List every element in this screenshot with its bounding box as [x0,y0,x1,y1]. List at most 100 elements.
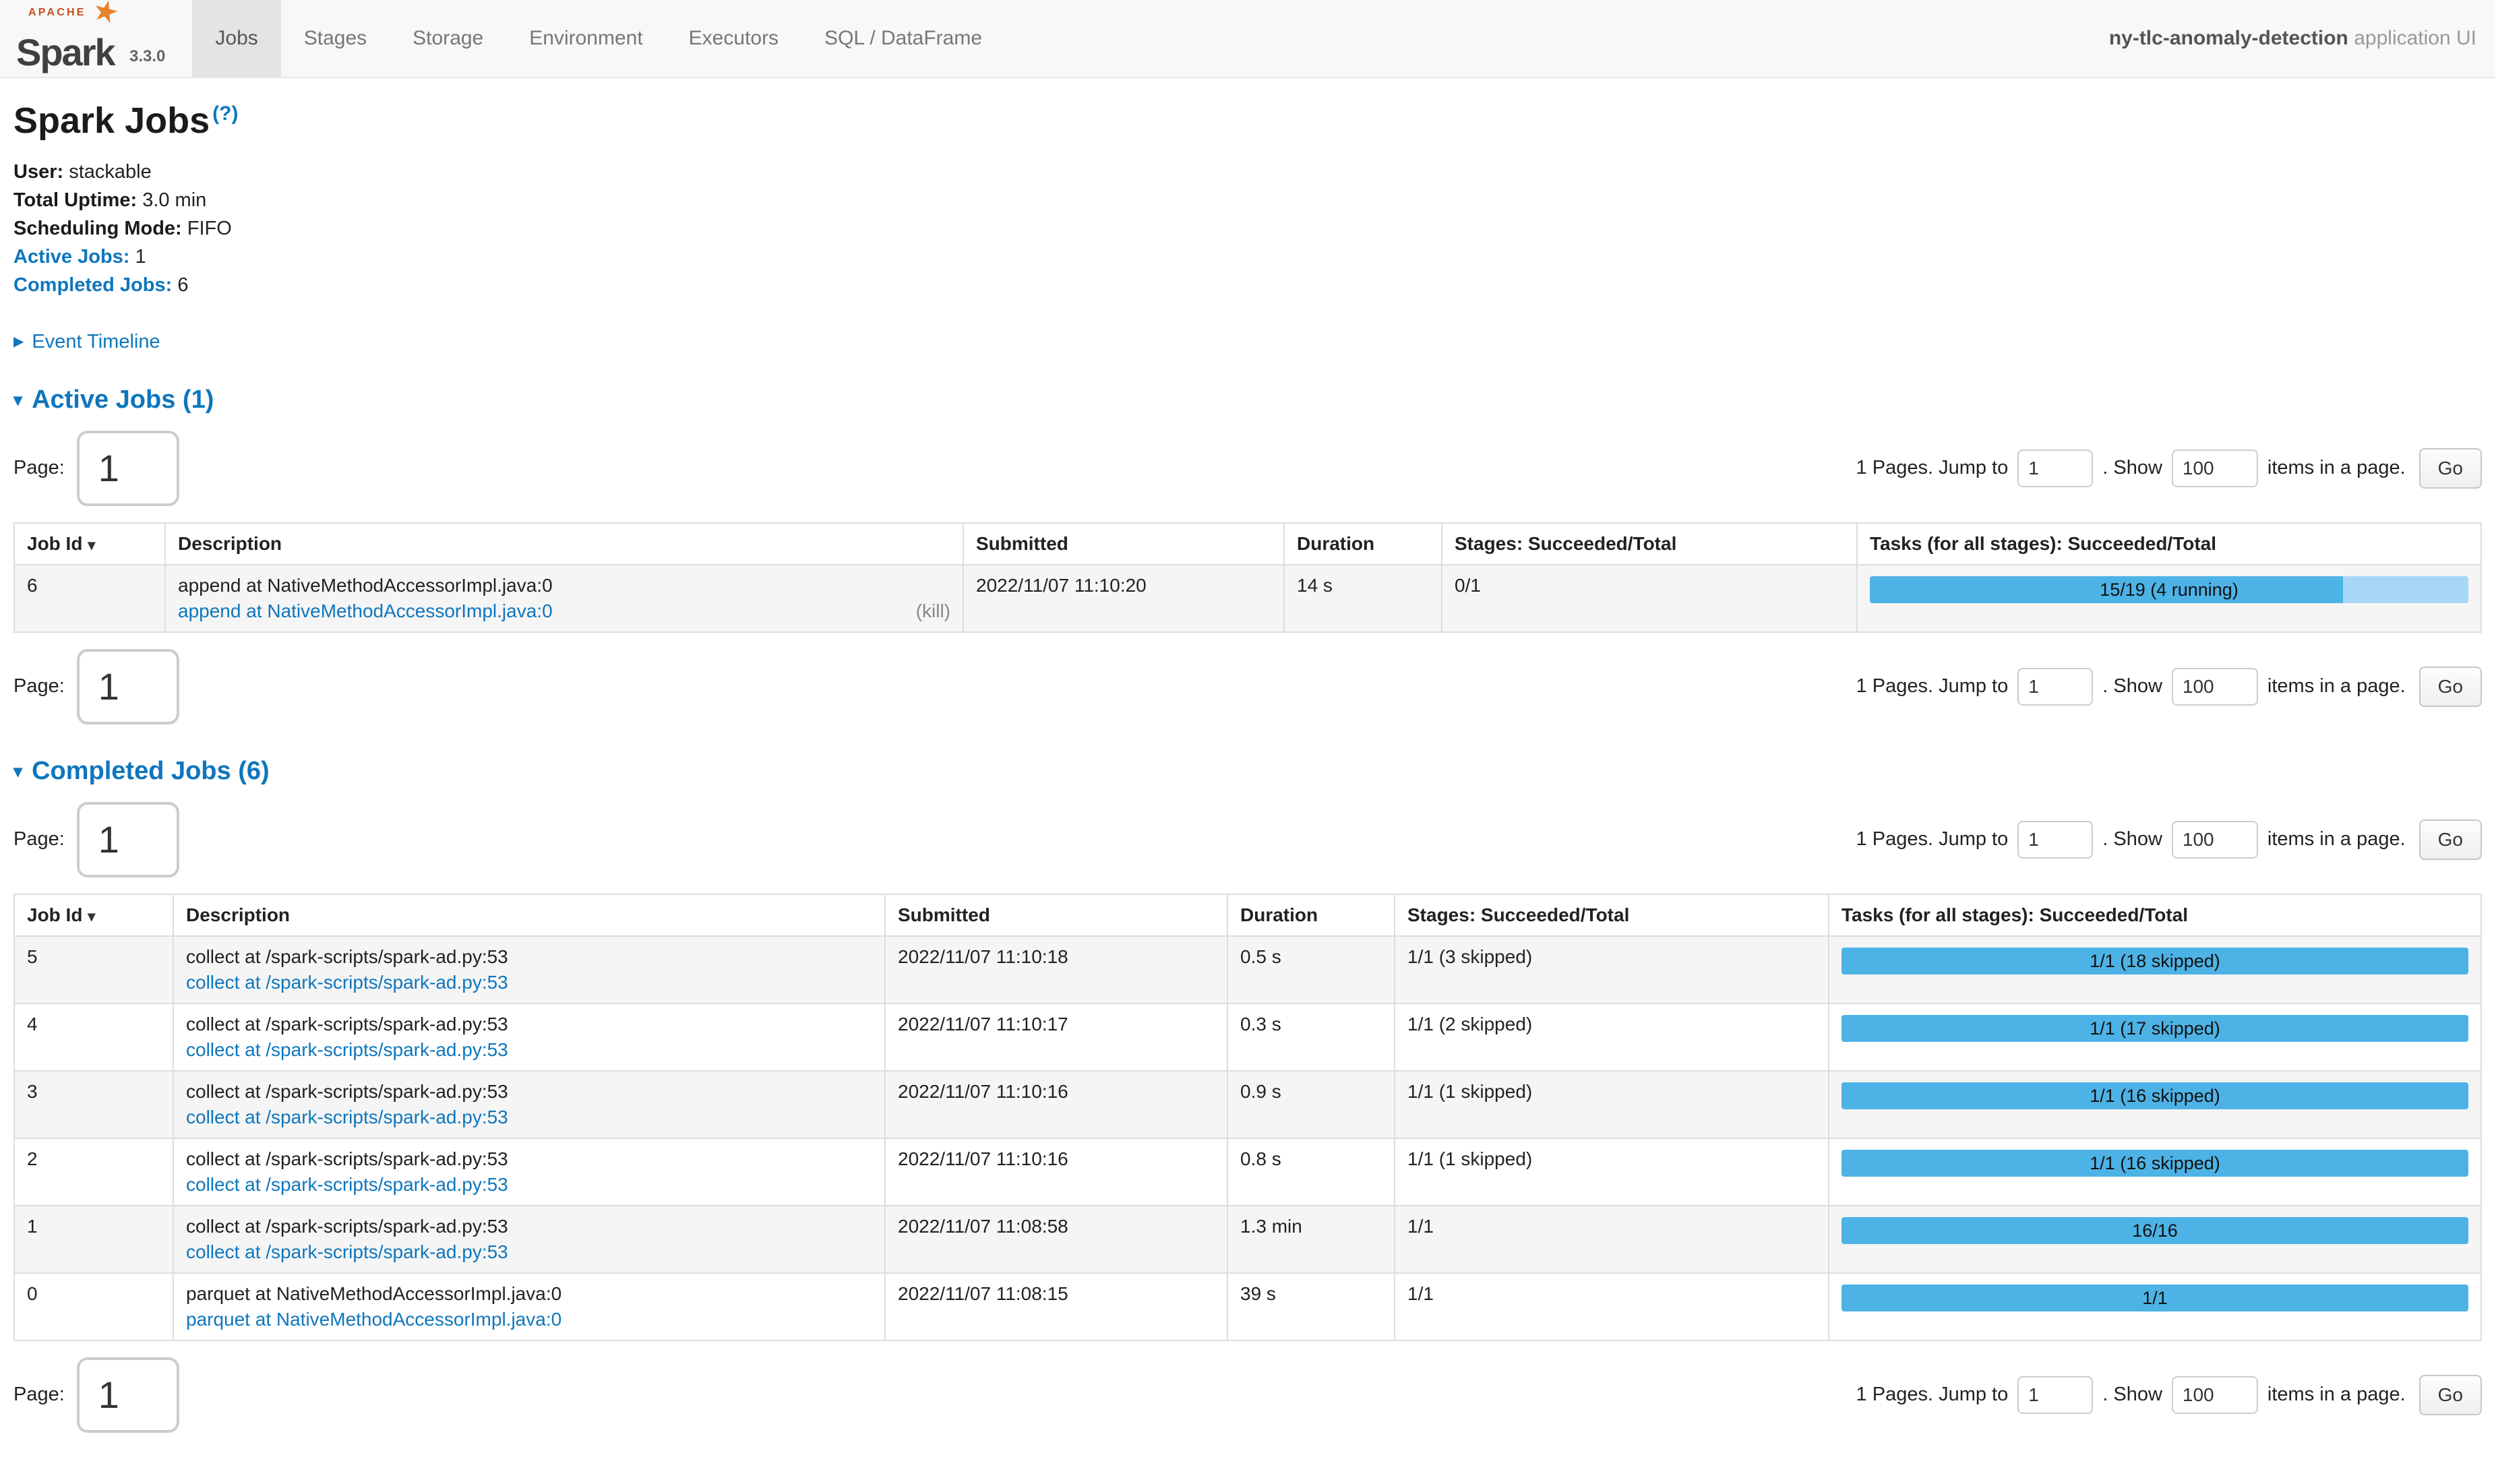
table-row: 4 collect at /spark-scripts/spark-ad.py:… [14,1003,2481,1071]
col-tasks[interactable]: Tasks (for all stages): Succeeded/Total [1829,894,2481,936]
jump-to-input[interactable] [2017,821,2093,859]
job-description-link[interactable]: parquet at NativeMethodAccessorImpl.java… [186,1309,561,1330]
progress-label: 15/19 (4 running) [1870,576,2468,603]
submitted-cell: 2022/11/07 11:10:17 [885,1003,1227,1071]
pages-jump-text: 1 Pages. Jump to [1856,675,2009,698]
event-timeline-toggle[interactable]: ▶ Event Timeline [13,331,160,353]
stages-cell: 1/1 (1 skipped) [1395,1071,1829,1138]
event-timeline: ▶ Event Timeline [13,326,2482,353]
tasks-progress-bar: 1/1 (16 skipped) [1841,1150,2468,1177]
job-description-link[interactable]: collect at /spark-scripts/spark-ad.py:53 [186,1107,508,1128]
tab-executors[interactable]: Executors [666,0,801,77]
col-tasks[interactable]: Tasks (for all stages): Succeeded/Total [1857,523,2481,565]
active-jobs-link[interactable]: Active Jobs: [13,246,129,268]
progress-label: 1/1 [1841,1285,2468,1311]
completed-jobs-header[interactable]: ▾ Completed Jobs (6) [13,757,2482,786]
go-button[interactable]: Go [2419,1375,2482,1415]
progress-label: 1/1 (16 skipped) [1841,1150,2468,1177]
main-content: Spark Jobs(?) User: stackable Total Upti… [0,100,2495,1484]
go-button[interactable]: Go [2419,448,2482,489]
show-items-input[interactable] [2172,821,2258,859]
pages-jump-text: 1 Pages. Jump to [1856,457,2009,479]
job-description-link[interactable]: collect at /spark-scripts/spark-ad.py:53 [186,1039,508,1061]
show-text: . Show [2102,457,2162,479]
go-button[interactable]: Go [2419,820,2482,860]
summary-active-jobs: Active Jobs: 1 [13,243,2482,271]
description-cell: collect at /spark-scripts/spark-ad.py:53… [173,1003,885,1071]
col-description[interactable]: Description [165,523,963,565]
sort-desc-icon: ▾ [88,908,95,925]
duration-cell: 1.3 min [1227,1206,1395,1273]
job-description-link[interactable]: append at NativeMethodAccessorImpl.java:… [178,600,553,622]
summary-completed-jobs: Completed Jobs: 6 [13,271,2482,299]
sort-desc-icon: ▾ [88,536,95,553]
col-submitted[interactable]: Submitted [963,523,1284,565]
jump-to-input[interactable] [2017,668,2093,706]
tab-storage[interactable]: Storage [390,0,506,77]
uptime-label: Total Uptime: [13,189,137,211]
submitted-cell: 2022/11/07 11:10:16 [885,1138,1227,1206]
tab-jobs[interactable]: Jobs [192,0,280,77]
col-job-id[interactable]: Job Id ▾ [14,523,165,565]
page-label: Page: [13,828,65,851]
show-text: . Show [2102,1384,2162,1406]
col-duration[interactable]: Duration [1284,523,1442,565]
page-number-input[interactable] [77,1357,179,1433]
progress-label: 1/1 (18 skipped) [1841,948,2468,975]
description-cell: collect at /spark-scripts/spark-ad.py:53… [173,936,885,1003]
help-link[interactable]: (?) [212,102,238,125]
page-title-text: Spark Jobs [13,100,210,141]
col-submitted[interactable]: Submitted [885,894,1227,936]
app-name: ny-tlc-anomaly-detection [2109,27,2348,49]
spark-version: 3.3.0 [129,47,165,66]
apache-text: APACHE [28,7,86,19]
submitted-cell: 2022/11/07 11:10:18 [885,936,1227,1003]
go-button[interactable]: Go [2419,667,2482,707]
show-items-input[interactable] [2172,450,2258,487]
col-duration[interactable]: Duration [1227,894,1395,936]
summary-list: User: stackable Total Uptime: 3.0 min Sc… [13,158,2482,299]
jump-to-input[interactable] [2017,1376,2093,1414]
tasks-progress-bar: 1/1 [1841,1285,2468,1311]
job-description-link[interactable]: collect at /spark-scripts/spark-ad.py:53 [186,972,508,993]
active-jobs-header[interactable]: ▾ Active Jobs (1) [13,385,2482,414]
page-number-input[interactable] [77,431,179,506]
jump-to-input[interactable] [2017,450,2093,487]
submitted-cell: 2022/11/07 11:10:16 [885,1071,1227,1138]
col-stages[interactable]: Stages: Succeeded/Total [1395,894,1829,936]
job-description-text: collect at /spark-scripts/spark-ad.py:53 [186,1216,872,1237]
navbar: APACHE ★ Spark 3.3.0 Jobs Stages Storage… [0,0,2495,78]
table-row: 2 collect at /spark-scripts/spark-ad.py:… [14,1138,2481,1206]
items-text: items in a page. [2267,675,2406,698]
tasks-cell: 15/19 (4 running) [1857,565,2481,632]
tab-sql-dataframe[interactable]: SQL / DataFrame [801,0,1005,77]
page-number-input[interactable] [77,802,179,877]
kill-link[interactable]: (kill) [916,600,950,622]
col-description[interactable]: Description [173,894,885,936]
job-description-text: collect at /spark-scripts/spark-ad.py:53 [186,1014,872,1035]
spark-logo[interactable]: APACHE ★ Spark 3.3.0 [8,0,173,77]
job-description-text: collect at /spark-scripts/spark-ad.py:53 [186,1081,872,1103]
event-timeline-label: Event Timeline [32,331,160,353]
job-description-link[interactable]: collect at /spark-scripts/spark-ad.py:53 [186,1174,508,1196]
job-description-text: collect at /spark-scripts/spark-ad.py:53 [186,946,872,968]
job-id-cell: 2 [14,1138,173,1206]
page-label: Page: [13,675,65,698]
show-items-input[interactable] [2172,1376,2258,1414]
spark-ui-page: APACHE ★ Spark 3.3.0 Jobs Stages Storage… [0,0,2495,1484]
duration-cell: 0.3 s [1227,1003,1395,1071]
stages-cell: 0/1 [1442,565,1857,632]
tab-stages[interactable]: Stages [281,0,390,77]
col-job-id[interactable]: Job Id ▾ [14,894,173,936]
submitted-cell: 2022/11/07 11:10:20 [963,565,1284,632]
duration-cell: 14 s [1284,565,1442,632]
show-items-input[interactable] [2172,668,2258,706]
completed-jobs-link[interactable]: Completed Jobs: [13,274,172,296]
tab-environment[interactable]: Environment [506,0,665,77]
description-cell: collect at /spark-scripts/spark-ad.py:53… [173,1071,885,1138]
col-stages[interactable]: Stages: Succeeded/Total [1442,523,1857,565]
app-title-suffix: application UI [2354,27,2476,49]
page-number-input[interactable] [77,649,179,724]
uptime-value: 3.0 min [142,189,206,211]
job-description-link[interactable]: collect at /spark-scripts/spark-ad.py:53 [186,1241,508,1263]
